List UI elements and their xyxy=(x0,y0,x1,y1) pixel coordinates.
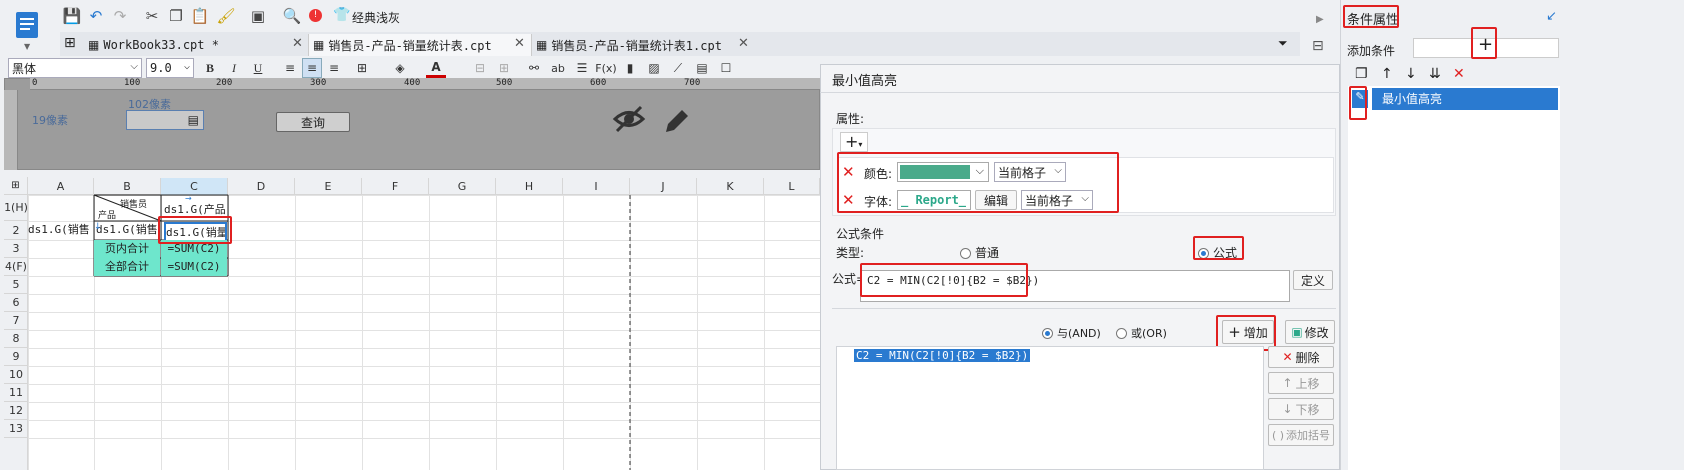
cell-b2[interactable]: ds1.G(销售 xyxy=(96,221,160,239)
remove-color-icon[interactable]: ✕ xyxy=(842,163,855,181)
plus-icon: + xyxy=(1228,323,1241,341)
button-label: 删除 xyxy=(1295,350,1320,365)
condition-list[interactable] xyxy=(836,346,1264,470)
radio-label: 公式 xyxy=(1213,246,1238,260)
cell-c1[interactable]: ds1.G(产品) xyxy=(164,201,227,219)
formula-section-label: 公式条件 xyxy=(836,227,885,241)
chevron-down-icon: ⌵ xyxy=(975,164,984,177)
button-label: 修改 xyxy=(1304,325,1329,340)
add-condition-plus-icon[interactable]: + xyxy=(1478,34,1493,55)
delete-condition-icon[interactable]: ✕ xyxy=(1453,66,1465,82)
copy-condition-icon[interactable]: ❐ xyxy=(1355,66,1368,82)
arrow-down-icon: ↓ xyxy=(1282,402,1293,416)
add-attribute-button[interactable]: +▾ xyxy=(840,132,868,152)
condition-pencil-icon: ✎ xyxy=(1352,90,1368,108)
logic-divider xyxy=(832,308,1336,309)
cell-b4[interactable]: 全部合计 xyxy=(94,258,160,276)
cell-c3[interactable]: =SUM(C2) xyxy=(161,240,227,258)
or-radio[interactable]: 或(OR) xyxy=(1116,325,1167,341)
expand-down-icon: ↓ xyxy=(94,222,102,232)
cell-a2[interactable]: ds1.G(销售 xyxy=(28,221,93,239)
color-swatch xyxy=(900,165,970,179)
radio-icon xyxy=(1116,328,1127,339)
button-label: 增加 xyxy=(1243,325,1268,340)
radio-label: 与(AND) xyxy=(1057,327,1101,340)
condition-list-item[interactable]: C2 = MIN(C2[!0]{B2 = $B2}) xyxy=(854,349,1031,362)
modify-icon: ▣ xyxy=(1291,325,1303,339)
add-condition-label: 添加条件 xyxy=(1347,44,1396,58)
chevron-down-icon: ⌵ xyxy=(1081,193,1089,204)
modify-condition-button[interactable]: ▣ 修改 xyxy=(1285,320,1335,344)
cell-c4[interactable]: =SUM(C2) xyxy=(161,258,227,276)
cell-b1-top: 销售员 xyxy=(120,200,148,210)
color-picker[interactable]: ⌵ xyxy=(897,162,989,182)
add-condition-button[interactable]: + 增加 xyxy=(1222,320,1274,344)
color-label: 颜色: xyxy=(864,167,893,181)
radio-selected-icon xyxy=(1042,328,1053,339)
arrow-up-icon: ↑ xyxy=(1282,376,1293,390)
button-label: 上移 xyxy=(1295,376,1320,391)
font-label: 字体: xyxy=(864,195,893,209)
plus-icon: + xyxy=(845,132,859,151)
type-normal-radio[interactable]: 普通 xyxy=(960,244,999,261)
condition-tree-item-selected[interactable]: 最小值高亮 xyxy=(1372,88,1558,110)
font-scope-select[interactable]: 当前格子 ⌵ xyxy=(1021,190,1093,210)
delete-condition-button[interactable]: ✕ 删除 xyxy=(1268,346,1334,368)
move-bottom-icon[interactable]: ⇊ xyxy=(1429,66,1441,82)
font-preview: _ Report_ xyxy=(897,190,971,210)
formula-input[interactable]: C2 = MIN(C2[!0]{B2 = $B2}) xyxy=(860,270,1290,302)
condition-list-toolbar xyxy=(1348,62,1684,86)
radio-label: 普通 xyxy=(975,246,1000,260)
cell-b3[interactable]: 页内合计 xyxy=(94,240,160,258)
scope-value: 当前格子 xyxy=(1025,193,1074,208)
move-down-button[interactable]: ↓ 下移 xyxy=(1268,398,1334,420)
condition-tree xyxy=(1348,86,1560,470)
color-scope-select[interactable]: 当前格子 ⌵ xyxy=(994,162,1066,182)
and-radio[interactable]: 与(AND) xyxy=(1042,325,1101,341)
expand-right-icon: → xyxy=(185,194,192,203)
define-button[interactable]: 定义 xyxy=(1293,270,1333,290)
attributes-label: 属性: xyxy=(836,112,865,126)
type-label: 类型: xyxy=(836,246,865,260)
close-icon: ✕ xyxy=(1282,350,1293,364)
button-label: 添加括号 xyxy=(1286,429,1331,442)
layout-icon[interactable]: ⊟ xyxy=(1312,38,1324,54)
radio-icon xyxy=(960,248,971,259)
radio-selected-icon xyxy=(1198,248,1209,259)
remove-font-icon[interactable]: ✕ xyxy=(842,191,855,209)
scope-value: 当前格子 xyxy=(998,165,1047,180)
add-bracket-button[interactable]: ( ) 添加括号 xyxy=(1268,424,1334,446)
radio-label: 或(OR) xyxy=(1131,327,1167,340)
right-collapse-icon[interactable]: ▶ xyxy=(1316,14,1324,25)
collapse-panel-icon[interactable]: ↙ xyxy=(1546,9,1557,24)
chevron-down-icon: ▾ xyxy=(858,140,863,149)
tab-menu-icon[interactable]: ⏷ xyxy=(1278,36,1288,51)
right-panel-title: 条件属性 xyxy=(1347,13,1400,28)
type-formula-radio[interactable]: 公式 xyxy=(1198,244,1237,261)
bracket-icon: ( ) xyxy=(1271,428,1285,442)
move-up-icon[interactable]: ↑ xyxy=(1381,66,1393,82)
move-down-icon[interactable]: ↓ xyxy=(1405,66,1417,82)
dialog-title: 最小值高亮 xyxy=(832,74,898,89)
move-up-button[interactable]: ↑ 上移 xyxy=(1268,372,1334,394)
chevron-down-icon: ⌵ xyxy=(1054,165,1062,176)
edit-font-button[interactable]: 编辑 xyxy=(975,190,1017,210)
button-label: 下移 xyxy=(1295,402,1320,417)
dialog-title-divider xyxy=(820,92,1340,93)
